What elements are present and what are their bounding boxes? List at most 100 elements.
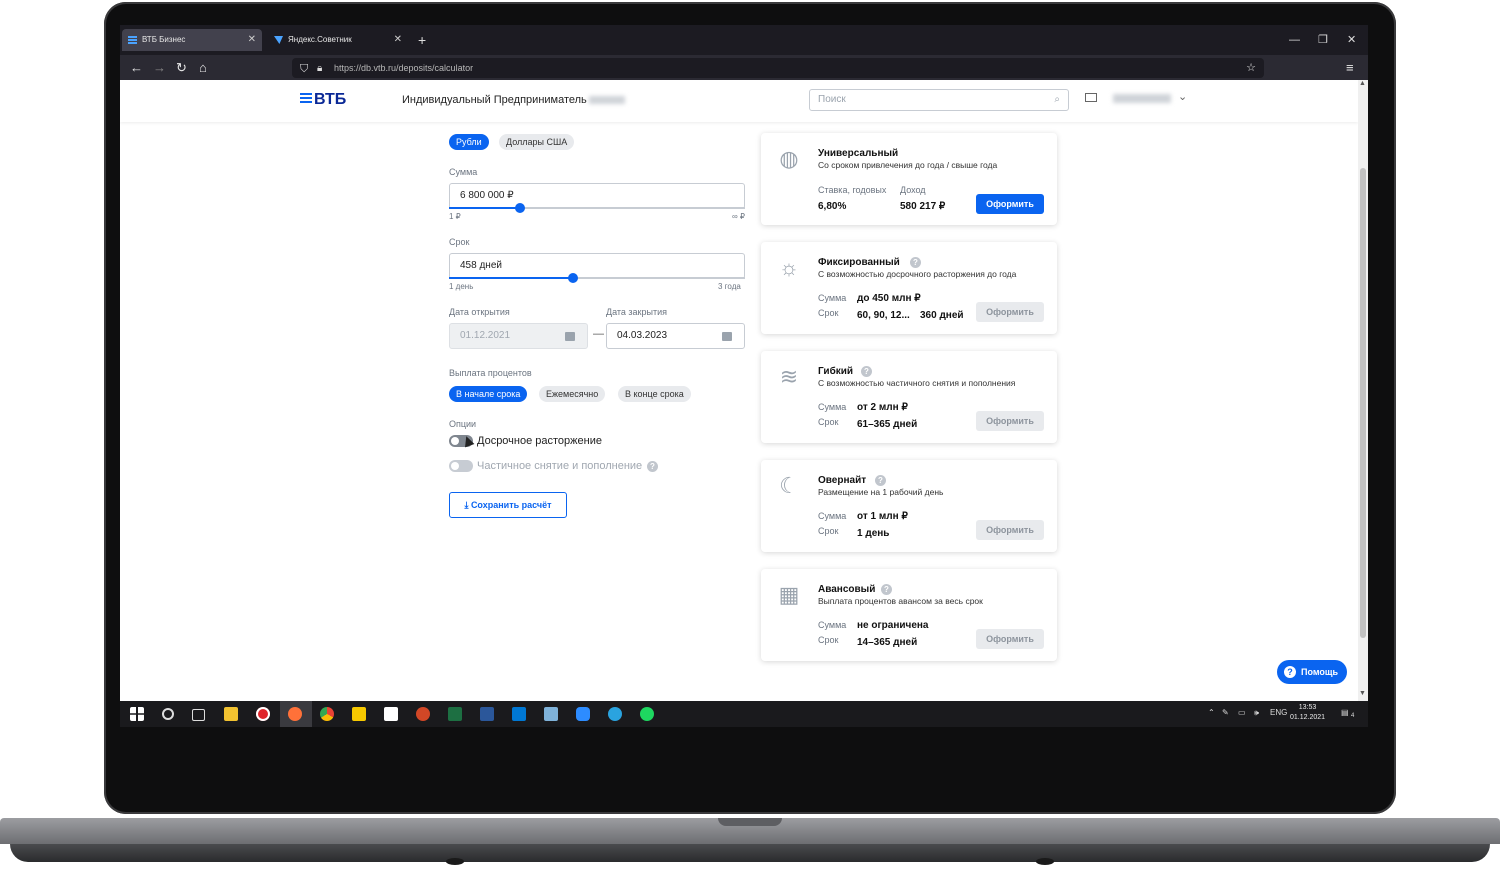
telegram-icon[interactable]	[608, 707, 622, 721]
page-content: ВТБ Индивидуальный Предприниматель Поиск…	[120, 80, 1358, 701]
task-view-icon[interactable]	[192, 709, 205, 721]
question-icon[interactable]: ?	[647, 461, 658, 472]
windows-start-icon[interactable]	[130, 707, 144, 721]
close-date-input[interactable]: 04.03.2023	[606, 323, 745, 349]
apply-button[interactable]: Оформить	[976, 194, 1044, 214]
notification-icon[interactable]: ▤	[1341, 708, 1349, 717]
payout-option-end[interactable]: В конце срока	[618, 386, 691, 402]
browser-tab-bar: ВТБ Бизнес ✕ Яндекс.Советник ✕ + — ❐ ✕	[120, 25, 1368, 55]
reload-icon[interactable]: ↻	[176, 59, 187, 76]
term-label: Срок	[449, 237, 470, 247]
card-subtitle: С возможностью досрочного расторжения до…	[818, 269, 1017, 279]
lock-icon[interactable]: 🔒︎	[317, 59, 322, 79]
term-slider-knob[interactable]	[568, 273, 579, 283]
sum-label: Сумма	[818, 511, 847, 521]
pen-icon[interactable]: ✎	[1222, 708, 1229, 717]
network-icon[interactable]: ▭	[1238, 708, 1246, 717]
spotify-icon[interactable]	[640, 707, 654, 721]
screen: ВТБ Бизнес ✕ Яндекс.Советник ✕ + — ❐ ✕ ←…	[120, 25, 1368, 727]
term-value: 60, 90, 12...	[857, 310, 910, 321]
card-title: Овернайт	[818, 475, 867, 486]
sum-label: Сумма	[818, 620, 847, 630]
menu-hamburger-icon[interactable]: ≡	[1346, 59, 1354, 76]
laptop-base-bottom	[10, 844, 1490, 862]
term-value: 14–365 дней	[857, 637, 918, 648]
payout-option-start[interactable]: В начале срока	[449, 386, 528, 402]
close-date-label: Дата закрытия	[606, 307, 667, 317]
question-icon[interactable]: ?	[910, 257, 921, 268]
open-date-value: 01.12.2021	[460, 330, 511, 341]
question-icon[interactable]: ?	[875, 475, 886, 486]
user-name-blurred[interactable]	[1113, 94, 1171, 103]
zoom-icon[interactable]	[576, 707, 590, 721]
waves-icon: ≋	[779, 364, 799, 389]
card-subtitle: Размещение на 1 рабочий день	[818, 487, 944, 497]
excel-icon[interactable]	[448, 707, 462, 721]
scroll-thumb[interactable]	[1360, 168, 1366, 638]
search-icon[interactable]	[162, 708, 174, 720]
term-label: Срок	[818, 526, 839, 536]
close-window-button[interactable]: ✕	[1347, 29, 1356, 51]
shield-icon[interactable]: ⛉	[300, 59, 308, 79]
org-name[interactable]: Индивидуальный Предприниматель	[402, 94, 625, 106]
outlook-icon[interactable]	[512, 707, 526, 721]
tab-vtb-business[interactable]: ВТБ Бизнес ✕	[122, 29, 262, 51]
record-icon[interactable]	[256, 707, 270, 721]
search-input[interactable]: Поиск ⌕	[809, 89, 1069, 111]
question-icon[interactable]: ?	[861, 366, 872, 377]
notion-icon[interactable]	[384, 707, 398, 721]
payout-option-monthly[interactable]: Ежемесячно	[539, 386, 606, 402]
term-slider[interactable]	[449, 273, 745, 283]
tray-chevron-up-icon[interactable]: ⌃	[1208, 708, 1215, 717]
currency-tab-rub[interactable]: Рубли	[449, 134, 489, 150]
language-indicator[interactable]: ENG	[1270, 708, 1287, 717]
amount-slider[interactable]	[449, 203, 745, 213]
minimize-button[interactable]: —	[1289, 29, 1300, 51]
url-bar[interactable]: ⛉ 🔒︎ https://db.vtb.ru/deposits/calculat…	[292, 58, 1264, 78]
home-icon[interactable]: ⌂	[199, 59, 207, 76]
word-icon[interactable]	[480, 707, 494, 721]
chrome-icon[interactable]	[320, 707, 334, 721]
volume-icon[interactable]: 🕪︎	[1254, 708, 1259, 718]
deposit-card-overnight: ☾ Овернайт ? Размещение на 1 рабочий ден…	[761, 460, 1057, 552]
sun-mountain-icon: ☼	[778, 255, 800, 280]
file-explorer-icon[interactable]	[224, 707, 238, 721]
forward-arrow-icon[interactable]: →	[153, 59, 166, 76]
powerpoint-icon[interactable]	[416, 707, 430, 721]
search-placeholder: Поиск	[818, 94, 846, 105]
calendar-icon[interactable]	[722, 332, 732, 341]
back-arrow-icon[interactable]: ←	[130, 59, 143, 76]
early-termination-label[interactable]: Досрочное расторжение	[477, 435, 602, 447]
currency-tab-usd[interactable]: Доллары США	[499, 134, 575, 150]
help-button[interactable]: ? Помощь	[1277, 660, 1347, 684]
bookmark-star-icon[interactable]: ☆	[1246, 58, 1256, 78]
tab-label: ВТБ Бизнес	[142, 35, 186, 44]
laptop-foot-left	[446, 858, 464, 865]
scroll-down-icon[interactable]: ▼	[1359, 690, 1366, 697]
chevron-down-icon[interactable]: ⌄	[1178, 90, 1187, 103]
page-scrollbar[interactable]: ▲ ▼	[1358, 80, 1368, 701]
miro-icon[interactable]	[352, 707, 366, 721]
search-icon[interactable]: ⌕	[1054, 90, 1060, 110]
tab-yandex-advisor[interactable]: Яндекс.Советник ✕	[268, 29, 408, 51]
date-separator: —	[593, 328, 604, 340]
tab-close-icon[interactable]: ✕	[394, 29, 402, 51]
term-input[interactable]: 458 дней	[449, 253, 745, 279]
deposit-card-flexible: ≋ Гибкий ? С возможностью частичного сня…	[761, 351, 1057, 443]
scroll-up-icon[interactable]: ▲	[1359, 80, 1366, 87]
mail-icon[interactable]	[1085, 93, 1097, 102]
taskbar-clock[interactable]: 13:53 01.12.2021	[1290, 703, 1325, 723]
restore-button[interactable]: ❐	[1318, 29, 1328, 51]
question-icon[interactable]: ?	[881, 584, 892, 595]
amount-input[interactable]: 6 800 000 ₽	[449, 183, 745, 209]
term-slider-fill	[449, 277, 574, 279]
new-tab-button[interactable]: +	[418, 29, 426, 51]
firefox-icon[interactable]	[288, 707, 302, 721]
tab-close-icon[interactable]: ✕	[248, 29, 256, 51]
app-icon[interactable]	[544, 707, 558, 721]
amount-slider-knob[interactable]	[515, 203, 526, 213]
term-max: 3 года	[718, 282, 741, 291]
apply-button: Оформить	[976, 411, 1044, 431]
save-calculation-button[interactable]: ⤓ Сохранить расчёт	[449, 492, 567, 518]
vtb-logo[interactable]: ВТБ	[300, 90, 346, 110]
